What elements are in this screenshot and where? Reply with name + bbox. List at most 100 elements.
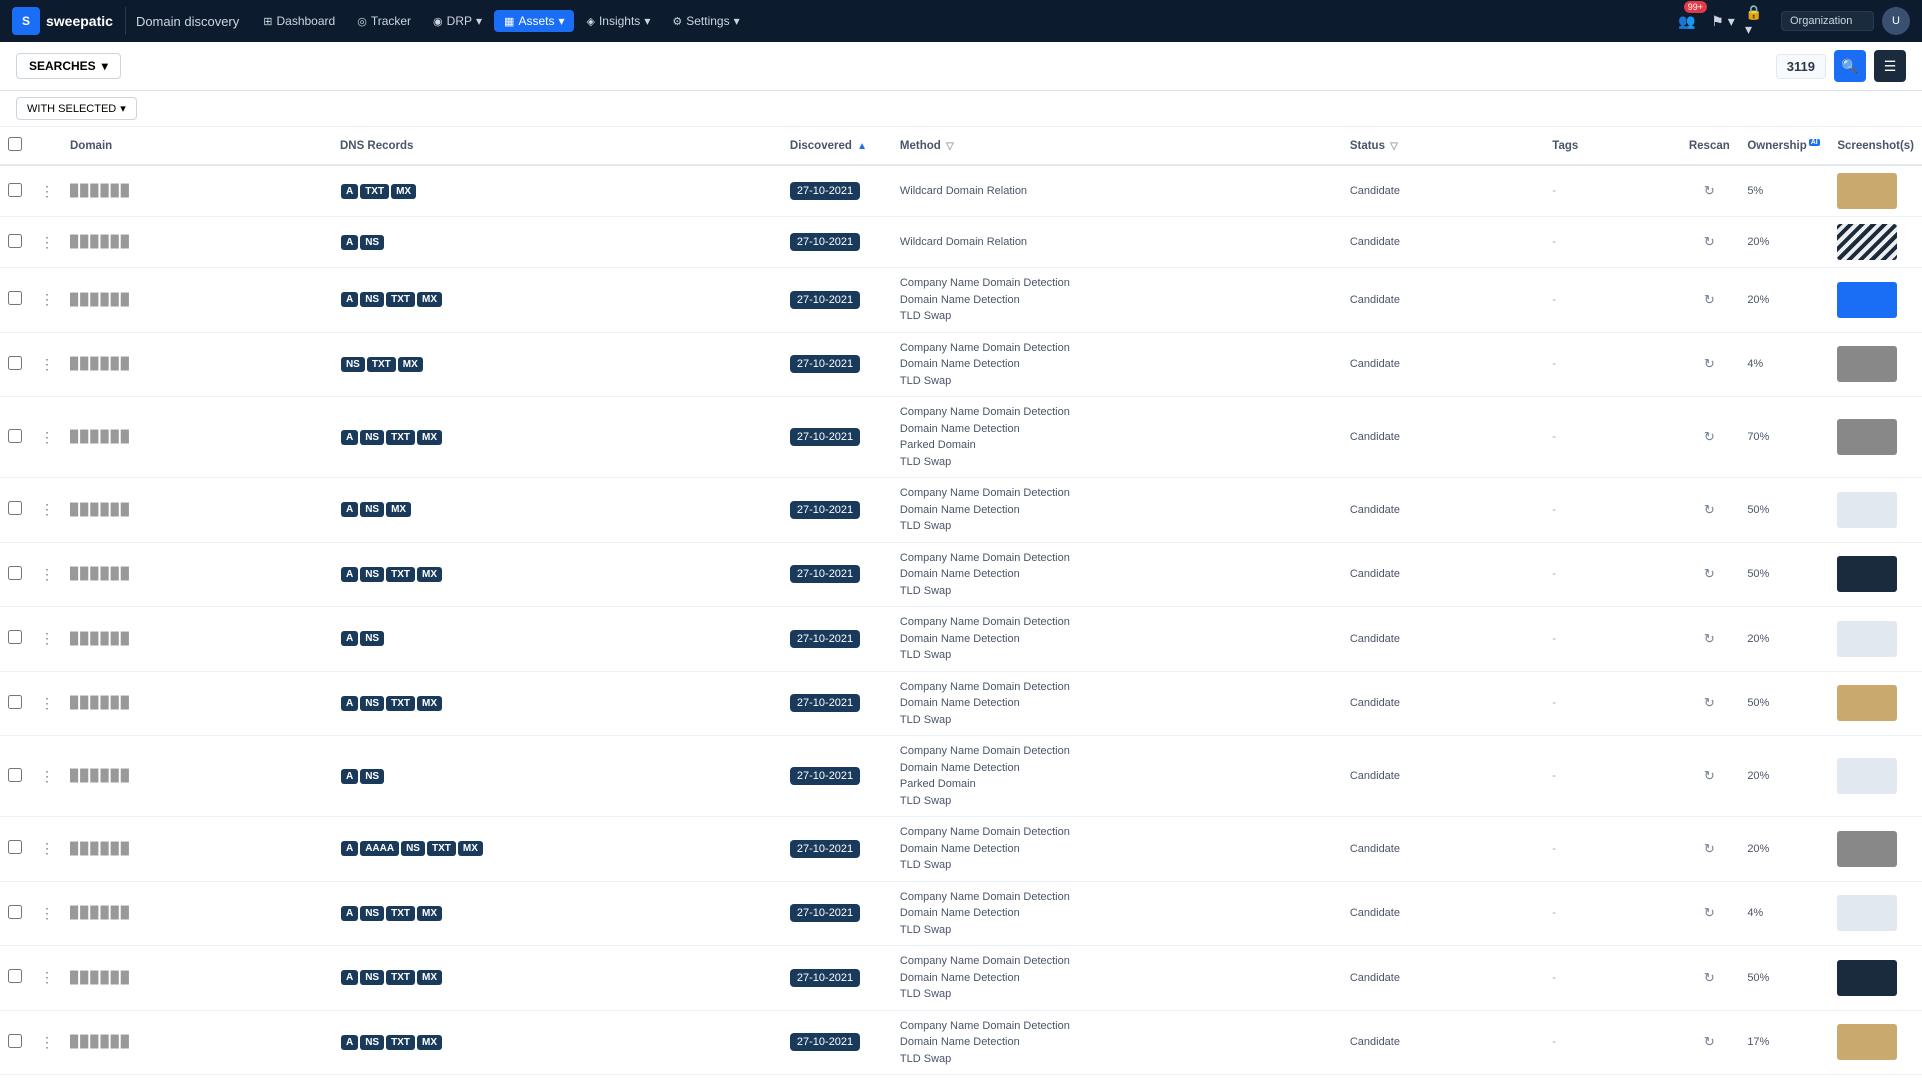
header-method[interactable]: Method ▽ <box>892 127 1342 165</box>
row-checkbox-2[interactable] <box>8 291 22 305</box>
row-checkbox-10[interactable] <box>8 840 22 854</box>
discovered-date: 27-10-2021 <box>790 904 860 922</box>
row-actions-10[interactable]: ⋮ <box>40 840 54 856</box>
page-title: Domain discovery <box>136 14 239 29</box>
rescan-button-3[interactable]: ↻ <box>1704 356 1715 372</box>
nav-settings[interactable]: ⚙ Settings ▾ <box>662 10 749 32</box>
dns-tag-MX: MX <box>417 430 442 445</box>
dns-tag-NS: NS <box>360 235 384 250</box>
table-row: ⋮██████ANSTXTMX27-10-2021Company Name Do… <box>0 397 1922 478</box>
domain-value: ██████ <box>70 1036 131 1048</box>
header-status[interactable]: Status ▽ <box>1342 127 1544 165</box>
row-actions-12[interactable]: ⋮ <box>40 969 54 985</box>
row-actions-7[interactable]: ⋮ <box>40 630 54 646</box>
rescan-button-7[interactable]: ↻ <box>1704 631 1715 647</box>
rescan-button-5[interactable]: ↻ <box>1704 502 1715 518</box>
row-checkbox-8[interactable] <box>8 695 22 709</box>
row-checkbox-12[interactable] <box>8 969 22 983</box>
nav-insights[interactable]: ◈ Insights ▾ <box>576 10 660 32</box>
status-value: Candidate <box>1350 185 1400 197</box>
domain-value: ██████ <box>70 972 131 984</box>
row-actions-13[interactable]: ⋮ <box>40 1034 54 1050</box>
columns-menu-icon: ☰ <box>1884 58 1897 75</box>
rescan-button-9[interactable]: ↻ <box>1704 768 1715 784</box>
method-value: Wildcard Domain Relation <box>900 236 1027 248</box>
domain-value: ██████ <box>70 431 131 443</box>
row-actions-9[interactable]: ⋮ <box>40 768 54 784</box>
rescan-button-13[interactable]: ↻ <box>1704 1034 1715 1050</box>
rescan-button-8[interactable]: ↻ <box>1704 695 1715 711</box>
row-checkbox-4[interactable] <box>8 429 22 443</box>
searches-chevron-icon: ▾ <box>102 59 108 73</box>
ownership-value: 5% <box>1747 185 1763 197</box>
rescan-button-0[interactable]: ↻ <box>1704 183 1715 199</box>
discovered-date: 27-10-2021 <box>790 767 860 785</box>
assets-chevron: ▾ <box>558 14 564 28</box>
row-checkbox-7[interactable] <box>8 630 22 644</box>
topnav: S sweepatic Domain discovery ⊞ Dashboard… <box>0 0 1922 42</box>
row-actions-3[interactable]: ⋮ <box>40 356 54 372</box>
screenshot-thumb <box>1837 621 1897 657</box>
row-actions-4[interactable]: ⋮ <box>40 429 54 445</box>
rescan-button-4[interactable]: ↻ <box>1704 429 1715 445</box>
brand-logo: S <box>12 7 40 35</box>
columns-menu-button[interactable]: ☰ <box>1874 50 1906 82</box>
tags-value: - <box>1552 358 1556 370</box>
method-value: Company Name Domain DetectionDomain Name… <box>900 1020 1070 1065</box>
row-checkbox-13[interactable] <box>8 1034 22 1048</box>
header-discovered[interactable]: Discovered ▲ <box>782 127 892 165</box>
brand[interactable]: S sweepatic <box>12 7 126 35</box>
discovered-sort-icon: ▲ <box>857 141 867 152</box>
row-actions-5[interactable]: ⋮ <box>40 501 54 517</box>
org-select[interactable]: Organization <box>1781 11 1874 31</box>
row-checkbox-11[interactable] <box>8 905 22 919</box>
discovered-date: 27-10-2021 <box>790 1033 860 1051</box>
table-row: ⋮██████ATXTMX27-10-2021Wildcard Domain R… <box>0 165 1922 217</box>
row-checkbox-5[interactable] <box>8 501 22 515</box>
dns-tag-MX: MX <box>391 184 416 199</box>
rescan-button-1[interactable]: ↻ <box>1704 234 1715 250</box>
rescan-button-12[interactable]: ↻ <box>1704 970 1715 986</box>
table-row: ⋮██████ANSTXTMX27-10-2021Company Name Do… <box>0 268 1922 333</box>
method-value: Company Name Domain DetectionDomain Name… <box>900 745 1070 807</box>
method-value: Company Name Domain DetectionDomain Name… <box>900 955 1070 1000</box>
row-checkbox-1[interactable] <box>8 234 22 248</box>
dns-tag-TXT: TXT <box>360 184 389 199</box>
notifications-badge[interactable]: 👥 99+ <box>1673 7 1701 35</box>
rescan-button-2[interactable]: ↻ <box>1704 292 1715 308</box>
screenshot-thumb <box>1837 1024 1897 1060</box>
rescan-button-6[interactable]: ↻ <box>1704 566 1715 582</box>
nav-drp[interactable]: ◉ DRP ▾ <box>423 10 492 32</box>
nav-dashboard-label: Dashboard <box>276 14 335 28</box>
nav-assets[interactable]: ▦ Assets ▾ <box>494 10 574 32</box>
row-actions-8[interactable]: ⋮ <box>40 695 54 711</box>
avatar[interactable]: U <box>1882 7 1910 35</box>
rescan-button-11[interactable]: ↻ <box>1704 905 1715 921</box>
select-all-checkbox[interactable] <box>8 137 22 151</box>
row-actions-6[interactable]: ⋮ <box>40 566 54 582</box>
flag-icon[interactable]: ⚑ ▾ <box>1709 7 1737 35</box>
row-checkbox-9[interactable] <box>8 768 22 782</box>
rescan-button-10[interactable]: ↻ <box>1704 841 1715 857</box>
domain-value: ██████ <box>70 294 131 306</box>
nav-dashboard[interactable]: ⊞ Dashboard <box>253 10 345 32</box>
lock-icon[interactable]: 🔒 ▾ <box>1745 7 1773 35</box>
with-selected-label: WITH SELECTED <box>27 103 116 115</box>
row-actions-2[interactable]: ⋮ <box>40 291 54 307</box>
table-row: ⋮██████ANS27-10-2021Company Name Domain … <box>0 607 1922 672</box>
row-checkbox-6[interactable] <box>8 566 22 580</box>
searches-button[interactable]: SEARCHES ▾ <box>16 53 121 79</box>
row-actions-0[interactable]: ⋮ <box>40 183 54 199</box>
row-checkbox-3[interactable] <box>8 356 22 370</box>
method-value: Company Name Domain DetectionDomain Name… <box>900 681 1070 726</box>
row-actions-11[interactable]: ⋮ <box>40 905 54 921</box>
row-checkbox-0[interactable] <box>8 183 22 197</box>
drp-chevron: ▾ <box>476 14 482 28</box>
search-button[interactable]: 🔍 <box>1834 50 1866 82</box>
nav-tracker[interactable]: ◎ Tracker <box>347 10 421 32</box>
dns-tag-TXT: TXT <box>386 1035 415 1050</box>
header-select-all[interactable] <box>0 127 32 165</box>
tags-value: - <box>1552 697 1556 709</box>
row-actions-1[interactable]: ⋮ <box>40 234 54 250</box>
with-selected-button[interactable]: WITH SELECTED ▾ <box>16 97 137 120</box>
